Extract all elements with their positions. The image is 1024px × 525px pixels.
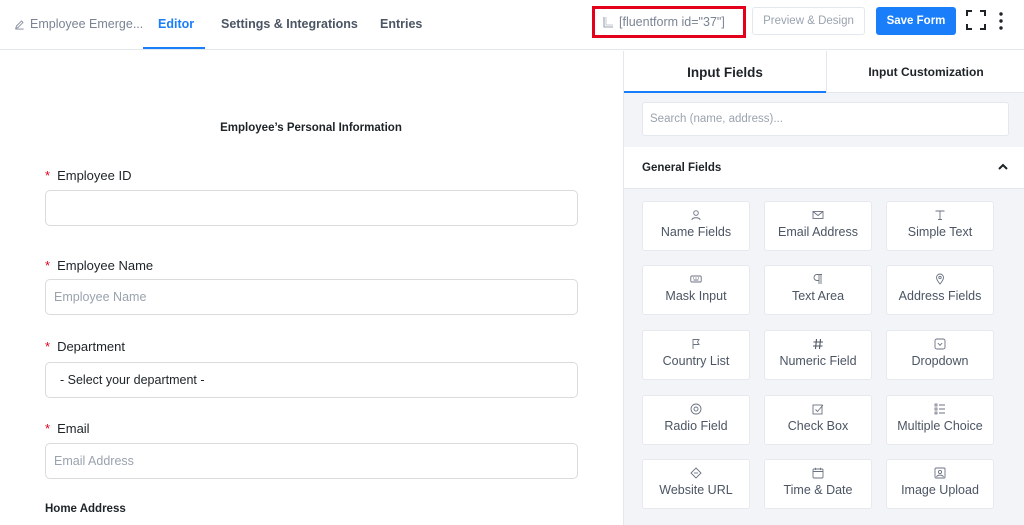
field-item-website-url[interactable]: Website URL [642,459,750,509]
user-icon [691,210,701,221]
tab-editor[interactable]: Editor [158,17,194,31]
field-item-dropdown[interactable]: Dropdown [886,330,994,380]
save-form-button[interactable]: Save Form [876,7,956,35]
fullscreen-icon[interactable] [966,10,986,30]
chevron-up-icon[interactable] [997,161,1009,173]
employee-name-input[interactable]: Employee Name [45,279,578,315]
active-tab-indicator [143,47,205,49]
required-mark: * [45,421,51,436]
field-item-country-list[interactable]: Country List [642,330,750,380]
list-icon [934,403,945,415]
more-vertical-icon[interactable] [997,11,1005,31]
department-select[interactable]: - Select your department - [45,362,578,398]
shortcode-text: [fluentform id="37"] [619,15,725,29]
map-pin-icon [936,273,944,285]
paragraph-icon [813,274,822,284]
fields-panel: Input Fields Input Customization Search … [623,51,1024,525]
field-item-email-address[interactable]: Email Address [764,201,872,251]
field-item-radio-field[interactable]: Radio Field [642,395,750,445]
envelope-icon [812,211,824,219]
field-item-name-fields[interactable]: Name Fields [642,201,750,251]
checkbox-icon [812,404,824,415]
tab-input-customization[interactable]: Input Customization [826,51,1024,93]
required-mark: * [45,339,51,354]
form-title-text: Employee Emerge... [30,17,144,31]
field-search-input[interactable]: Search (name, address)... [642,102,1009,136]
general-fields-header[interactable]: General Fields [624,147,1024,189]
hash-icon [813,338,823,350]
field-item-check-box[interactable]: Check Box [764,395,872,445]
employee-id-input[interactable] [45,190,578,226]
top-bar: Employee Emerge... Editor Settings & Int… [0,0,1024,50]
panel-tabs: Input Fields Input Customization [624,51,1024,93]
field-item-multiple-choice[interactable]: Multiple Choice [886,395,994,445]
text-icon [935,210,945,220]
panel-tab-indicator [624,91,826,93]
field-item-mask-input[interactable]: Mask Input [642,265,750,315]
calendar-icon [812,467,824,479]
field-label-email: * Email [45,421,90,436]
section-title: Employee’s Personal Information [220,122,402,134]
form-editor-canvas: Employee’s Personal Information * Employe… [0,51,622,525]
preview-design-button[interactable]: Preview & Design [752,7,865,35]
field-item-time-date[interactable]: Time & Date [764,459,872,509]
field-item-image-upload[interactable]: Image Upload [886,459,994,509]
group-title: General Fields [642,161,722,174]
email-input[interactable]: Email Address [45,443,578,479]
field-item-numeric-field[interactable]: Numeric Field [764,330,872,380]
copy-icon [603,17,613,28]
image-icon [934,467,946,479]
field-label-employee-id: * Employee ID [45,168,132,183]
keyboard-icon [690,275,702,283]
tab-entries[interactable]: Entries [380,17,422,31]
tab-input-fields[interactable]: Input Fields [624,51,826,93]
field-label-employee-name: * Employee Name [45,258,154,273]
flag-icon [692,339,700,349]
link-icon [690,467,702,479]
tab-settings-integrations[interactable]: Settings & Integrations [221,17,358,31]
required-mark: * [45,258,51,273]
shortcode-copy[interactable]: [fluentform id="37"] [592,6,746,38]
field-item-address-fields[interactable]: Address Fields [886,265,994,315]
field-item-text-area[interactable]: Text Area [764,265,872,315]
pencil-icon [15,19,24,29]
field-item-simple-text[interactable]: Simple Text [886,201,994,251]
home-address-label: Home Address [45,503,126,515]
field-label-department: * Department [45,339,125,354]
required-mark: * [45,168,51,183]
radio-icon [690,403,702,415]
dropdown-icon [934,338,946,350]
form-title[interactable]: Employee Emerge... [14,17,143,31]
